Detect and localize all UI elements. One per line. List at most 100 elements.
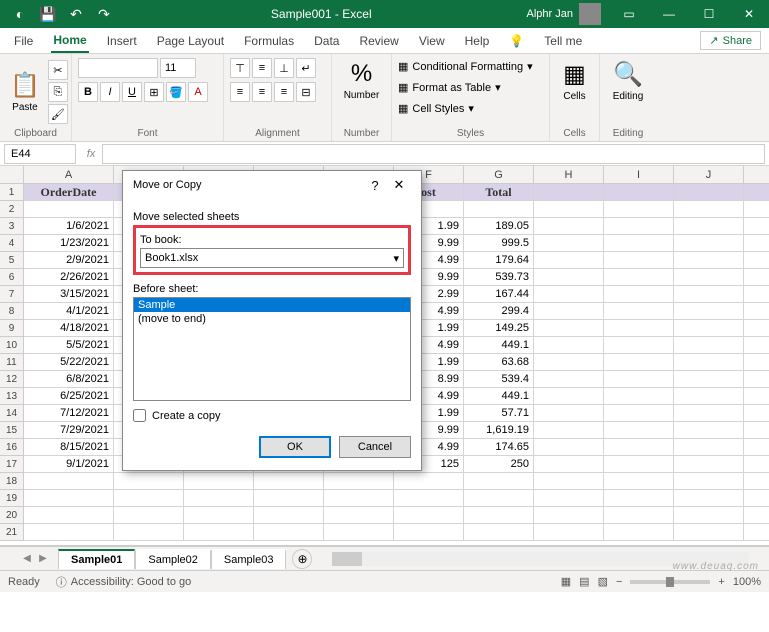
row-header[interactable]: 1: [0, 184, 24, 201]
cell[interactable]: [604, 524, 674, 541]
cell[interactable]: 7/12/2021: [24, 405, 114, 422]
column-header[interactable]: I: [604, 166, 674, 184]
cell[interactable]: [324, 524, 394, 541]
cell[interactable]: 57.71: [464, 405, 534, 422]
tab-home[interactable]: Home: [51, 29, 88, 53]
create-copy-checkbox[interactable]: Create a copy: [133, 409, 411, 422]
tab-view[interactable]: View: [417, 30, 447, 52]
zoom-in-icon[interactable]: +: [718, 576, 724, 588]
cell[interactable]: [254, 490, 324, 507]
cell[interactable]: [744, 524, 769, 541]
row-header[interactable]: 6: [0, 269, 24, 286]
cell[interactable]: [744, 269, 769, 286]
cell[interactable]: [744, 252, 769, 269]
cell[interactable]: 6/8/2021: [24, 371, 114, 388]
sheet-nav-prev[interactable]: ◀: [20, 552, 34, 566]
row-header[interactable]: 12: [0, 371, 24, 388]
zoom-level[interactable]: 100%: [733, 576, 761, 588]
cell[interactable]: [604, 201, 674, 218]
cell[interactable]: [24, 490, 114, 507]
close-icon[interactable]: ✕: [729, 0, 769, 28]
to-book-dropdown[interactable]: Book1.xlsx ▾: [140, 248, 404, 268]
row-header[interactable]: 18: [0, 473, 24, 490]
cell[interactable]: [534, 507, 604, 524]
cell[interactable]: [184, 473, 254, 490]
select-all-corner[interactable]: [0, 166, 24, 184]
cell[interactable]: [534, 286, 604, 303]
create-copy-input[interactable]: [133, 409, 146, 422]
row-header[interactable]: 10: [0, 337, 24, 354]
row-header[interactable]: 16: [0, 439, 24, 456]
cell[interactable]: [744, 371, 769, 388]
cell[interactable]: 1,619.19: [464, 422, 534, 439]
cell[interactable]: [674, 456, 744, 473]
cells-button[interactable]: ▦ Cells: [556, 58, 593, 104]
tab-review[interactable]: Review: [357, 30, 400, 52]
cell[interactable]: [534, 218, 604, 235]
cell[interactable]: [744, 405, 769, 422]
fx-icon[interactable]: fx: [80, 148, 102, 160]
cell[interactable]: [674, 371, 744, 388]
cell[interactable]: [744, 303, 769, 320]
scrollbar-thumb[interactable]: [332, 552, 362, 566]
cell[interactable]: 1/6/2021: [24, 218, 114, 235]
cell[interactable]: [604, 405, 674, 422]
font-size-select[interactable]: [160, 58, 196, 78]
cell[interactable]: [534, 473, 604, 490]
cell[interactable]: [534, 388, 604, 405]
cell[interactable]: 174.65: [464, 439, 534, 456]
cell[interactable]: [184, 507, 254, 524]
cell[interactable]: [534, 422, 604, 439]
row-header[interactable]: 20: [0, 507, 24, 524]
cell[interactable]: [534, 456, 604, 473]
accessibility-icon[interactable]: ⓘ: [56, 574, 67, 590]
cell[interactable]: [534, 337, 604, 354]
cell[interactable]: [674, 269, 744, 286]
cell[interactable]: [114, 507, 184, 524]
sheet-tab-2[interactable]: Sample02: [135, 549, 211, 569]
format-painter-icon[interactable]: 🖌: [48, 104, 68, 124]
number-format-button[interactable]: % Number: [338, 58, 385, 103]
row-header[interactable]: 4: [0, 235, 24, 252]
cell[interactable]: [604, 388, 674, 405]
row-header[interactable]: 7: [0, 286, 24, 303]
cell[interactable]: [744, 473, 769, 490]
cell[interactable]: 4/1/2021: [24, 303, 114, 320]
cell[interactable]: [674, 201, 744, 218]
cell[interactable]: 8/15/2021: [24, 439, 114, 456]
cell[interactable]: [534, 184, 604, 201]
redo-icon[interactable]: ↷: [92, 2, 116, 26]
undo-icon[interactable]: ↶: [64, 2, 88, 26]
cell[interactable]: 449.1: [464, 388, 534, 405]
cell[interactable]: [604, 218, 674, 235]
cell[interactable]: [464, 473, 534, 490]
cell[interactable]: [744, 320, 769, 337]
cell[interactable]: [394, 507, 464, 524]
cell[interactable]: 3/15/2021: [24, 286, 114, 303]
cell[interactable]: [674, 524, 744, 541]
sheet-tab-3[interactable]: Sample03: [211, 549, 287, 569]
cell[interactable]: [744, 456, 769, 473]
border-button[interactable]: ⊞: [144, 82, 164, 102]
italic-button[interactable]: I: [100, 82, 120, 102]
row-header[interactable]: 8: [0, 303, 24, 320]
cell[interactable]: [24, 201, 114, 218]
cell[interactable]: [674, 286, 744, 303]
cell[interactable]: [534, 252, 604, 269]
cell[interactable]: Total: [464, 184, 534, 201]
merge-button[interactable]: ⊟: [296, 82, 316, 102]
cell[interactable]: [534, 490, 604, 507]
cell[interactable]: [114, 490, 184, 507]
cell[interactable]: [674, 303, 744, 320]
cell[interactable]: [744, 388, 769, 405]
cell[interactable]: [674, 337, 744, 354]
row-header[interactable]: 17: [0, 456, 24, 473]
cell[interactable]: [464, 507, 534, 524]
cell[interactable]: 6/25/2021: [24, 388, 114, 405]
cancel-button[interactable]: Cancel: [339, 436, 411, 458]
sheet-tab-1[interactable]: Sample01: [58, 549, 135, 569]
column-header[interactable]: H: [534, 166, 604, 184]
row-header[interactable]: 11: [0, 354, 24, 371]
cell[interactable]: [674, 184, 744, 201]
cell[interactable]: [464, 524, 534, 541]
